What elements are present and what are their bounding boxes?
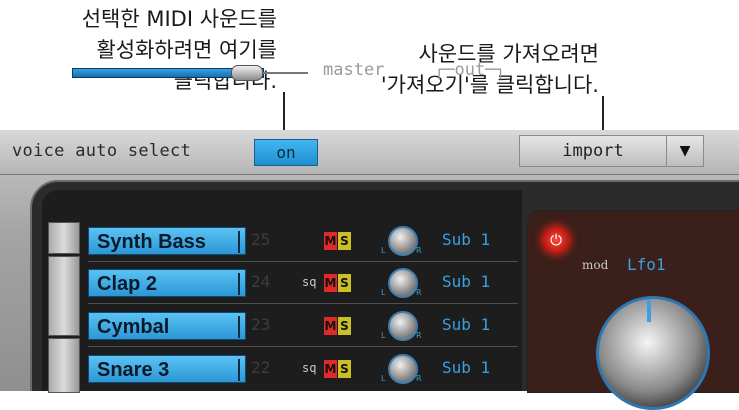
- solo-button[interactable]: S: [338, 232, 351, 250]
- mod-source-select[interactable]: Lfo1: [627, 255, 666, 274]
- voice-name-button[interactable]: Snare 3: [88, 355, 246, 383]
- pan-knob[interactable]: [388, 311, 418, 341]
- mod-label: mod: [582, 258, 609, 272]
- callout-leader-line: [602, 96, 604, 132]
- master-volume-track: [262, 72, 308, 74]
- pan-right-label: R: [416, 288, 422, 297]
- sequencer-indicator: sq: [302, 361, 317, 375]
- callout-line: 활성화하려면 여기를: [96, 38, 277, 62]
- voice-number: 22: [251, 358, 271, 377]
- voice-row: Snare 3 22 sq M S L R Sub 1: [88, 352, 518, 386]
- pan-knob[interactable]: [388, 226, 418, 256]
- mute-button[interactable]: M: [324, 360, 337, 378]
- voice-number: 24: [251, 272, 271, 291]
- sequencer-indicator: sq: [302, 275, 317, 289]
- solo-button[interactable]: S: [338, 274, 351, 292]
- callout-leader-line: [283, 92, 285, 134]
- voice-number: 25: [251, 230, 271, 249]
- voice-row: Synth Bass 25 M S L R Sub 1: [88, 224, 518, 258]
- voice-number: 23: [251, 315, 271, 334]
- voice-row: Clap 2 24 sq M S L R Sub 1: [88, 266, 518, 300]
- output-select[interactable]: Sub 1: [442, 272, 490, 291]
- pan-knob[interactable]: [388, 354, 418, 384]
- voice-name-button[interactable]: Cymbal: [88, 312, 246, 340]
- callout-activate-midi-sound: 선택한 MIDI 사운드를 활성화하려면 여기를 클릭합니다.: [82, 4, 277, 97]
- output-select[interactable]: Sub 1: [442, 230, 490, 249]
- lfo-power-button[interactable]: ⏻: [542, 226, 570, 254]
- solo-button[interactable]: S: [338, 317, 351, 335]
- lfo-knob[interactable]: [596, 296, 710, 410]
- output-select[interactable]: Sub 1: [442, 315, 490, 334]
- row-divider: [88, 346, 518, 347]
- pan-left-label: L: [381, 331, 386, 340]
- solo-button[interactable]: S: [338, 360, 351, 378]
- scrollbar-thumb[interactable]: [48, 256, 80, 336]
- lfo-knob-indicator: [647, 300, 651, 322]
- callout-line: 선택한 MIDI 사운드를: [81, 7, 277, 31]
- mute-button[interactable]: M: [324, 274, 337, 292]
- master-volume-handle[interactable]: [231, 65, 263, 81]
- pan-knob[interactable]: [388, 268, 418, 298]
- pan-right-label: R: [416, 331, 422, 340]
- pan-left-label: L: [381, 246, 386, 255]
- row-divider: [88, 261, 518, 262]
- mute-button[interactable]: M: [324, 317, 337, 335]
- pan-left-label: L: [381, 374, 386, 383]
- voice-row: Cymbal 23 M S L R Sub 1: [88, 309, 518, 343]
- pan-left-label: L: [381, 288, 386, 297]
- voice-name-button[interactable]: Synth Bass: [88, 227, 246, 255]
- row-divider: [88, 303, 518, 304]
- out-label: ┌─out─┐: [434, 60, 506, 80]
- pan-right-label: R: [416, 246, 422, 255]
- pan-right-label: R: [416, 374, 422, 383]
- voice-name-button[interactable]: Clap 2: [88, 269, 246, 297]
- mute-button[interactable]: M: [324, 232, 337, 250]
- output-select[interactable]: Sub 1: [442, 358, 490, 377]
- scrollbar-down-segment[interactable]: [48, 338, 80, 393]
- scrollbar-up-segment[interactable]: [48, 222, 80, 254]
- master-label: master: [323, 60, 385, 80]
